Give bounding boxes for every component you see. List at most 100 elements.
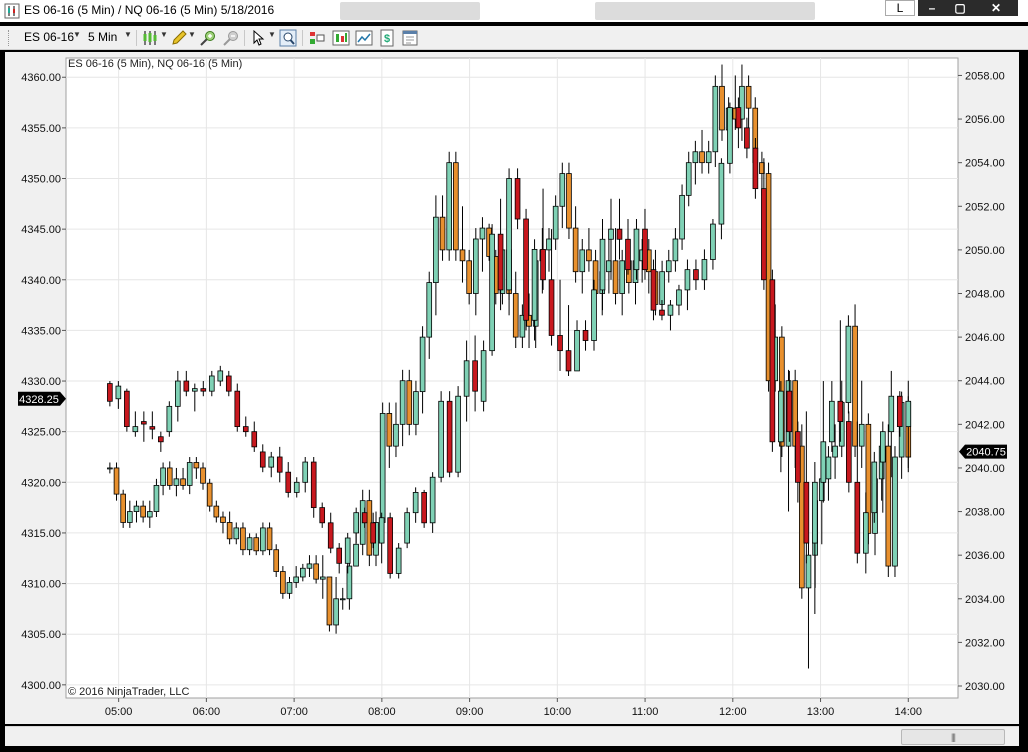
es-candle (293, 481, 300, 493)
nq-candle (579, 249, 586, 273)
right-tick-label: 2048.00 (965, 289, 1005, 301)
nq-candle (319, 576, 326, 580)
es-candle (701, 259, 708, 281)
nq-candle (386, 413, 393, 447)
x-tick-label: 07:00 (280, 706, 308, 718)
es-candle (625, 238, 631, 271)
es-candle (225, 375, 232, 392)
right-tick-label: 2054.00 (965, 158, 1005, 170)
nq-candle (546, 238, 552, 251)
nq-candle (845, 325, 852, 403)
right-tick-label: 2036.00 (965, 550, 1005, 562)
es-candle (192, 388, 198, 392)
nq-candle (153, 484, 160, 512)
nq-candle (419, 336, 426, 393)
es-candle (124, 390, 130, 428)
nq-candle (107, 467, 113, 470)
x-tick-label: 10:00 (544, 706, 572, 718)
es-candle (523, 218, 529, 321)
es-candle (659, 309, 665, 316)
es-candle (327, 522, 334, 549)
nq-candle (226, 522, 233, 540)
es-candle (727, 107, 733, 164)
nq-candle (313, 563, 319, 580)
nq-candle (140, 505, 146, 518)
nq-candle (832, 445, 838, 458)
es-candle (863, 512, 869, 554)
nq-candle (206, 482, 213, 507)
es-candle (905, 400, 912, 428)
es-candle (829, 400, 835, 443)
nq-candle (246, 537, 253, 551)
es-candle (302, 461, 309, 483)
es-candle (285, 471, 292, 493)
es-candle (761, 188, 767, 281)
es-candle (803, 481, 810, 544)
es-candle (421, 492, 427, 524)
es-candle (395, 547, 402, 574)
es-candle (786, 390, 793, 433)
right-tick-label: 2052.00 (965, 201, 1005, 213)
es-candle (896, 395, 903, 428)
es-candle (344, 537, 351, 564)
nq-candle (233, 527, 240, 540)
horizontal-scrollbar[interactable]: ||| (5, 726, 1019, 746)
es-candle (591, 289, 597, 341)
es-candle (141, 421, 147, 425)
left-tick-label: 4360.00 (21, 72, 61, 84)
nq-candle (353, 543, 359, 567)
nq-candle (745, 85, 752, 109)
nq-candle (659, 271, 665, 305)
nq-candle (459, 249, 466, 262)
x-tick-label: 08:00 (368, 706, 396, 718)
left-tick-label: 4330.00 (21, 376, 61, 388)
nq-candle (260, 527, 266, 552)
nq-candle (166, 467, 173, 486)
es-candle (268, 456, 275, 468)
es-candle (404, 512, 410, 544)
es-candle (429, 476, 436, 524)
es-candle (879, 431, 886, 463)
nq-candle (133, 505, 140, 512)
es-candle (200, 388, 207, 392)
chart-panel-title: ES 06-16 (5 Min), NQ 06-16 (5 Min) (68, 58, 243, 70)
price-chart[interactable]: 05:00 06:00 07:00 08:00 09:00 10:00 11:00 12:00… (0, 0, 1028, 752)
nq-candle (280, 571, 286, 594)
es-candle (752, 147, 759, 190)
es-candle (778, 390, 784, 443)
es-candle (259, 451, 266, 468)
es-candle (455, 395, 461, 473)
es-candle (820, 441, 827, 483)
right-tick-label: 2058.00 (965, 70, 1005, 82)
es-candle (234, 390, 241, 428)
nq-candle (339, 598, 346, 601)
nq-candle (393, 423, 399, 447)
es-candle (514, 178, 521, 220)
es-candle (769, 279, 776, 443)
nq-candle (186, 462, 193, 486)
es-candle (175, 380, 181, 407)
nq-candle (433, 216, 439, 283)
right-tick-label: 2046.00 (965, 332, 1005, 344)
right-tick-label: 2042.00 (965, 419, 1005, 431)
nq-candle (852, 325, 858, 447)
nq-candle (453, 162, 459, 251)
es-candle (412, 492, 419, 514)
right-tick-label: 2044.00 (965, 376, 1005, 388)
copyright-text: © 2016 NinjaTrader, LLC (68, 686, 190, 698)
es-candle (565, 350, 572, 372)
left-tick-label: 4350.00 (21, 174, 61, 186)
nq-candle (619, 260, 625, 294)
left-tick-label: 4355.00 (21, 123, 61, 135)
right-tick-label: 2040.00 (965, 463, 1005, 475)
left-tick-label: 4310.00 (21, 579, 61, 591)
left-tick-label: 4335.00 (21, 325, 61, 337)
nq-candle (180, 478, 186, 486)
nq-candle (699, 151, 705, 164)
scrollbar-thumb[interactable]: ||| (901, 729, 1005, 745)
es-candle (242, 426, 249, 433)
nq-candle (193, 462, 200, 469)
right-tick-label: 2056.00 (965, 114, 1005, 126)
right-tick-label: 2038.00 (965, 507, 1005, 519)
es-candle (506, 178, 512, 291)
